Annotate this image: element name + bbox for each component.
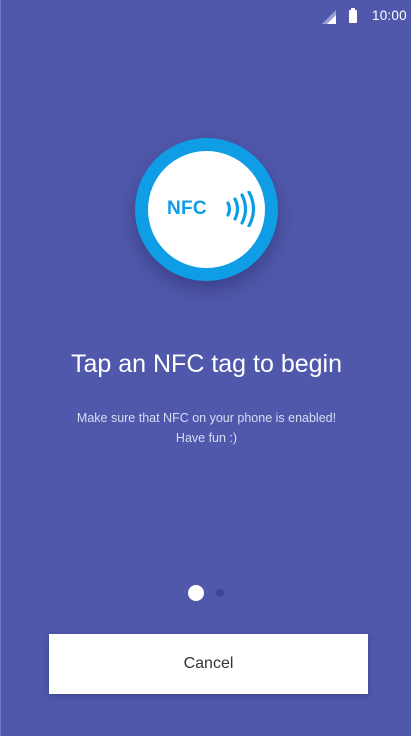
status-bar: 10:00 — [1, 0, 411, 33]
nfc-badge: NFC — [135, 138, 278, 281]
nfc-scan-screen: 10:00 NFC Tap an NFC tag to begin Make s… — [0, 0, 411, 736]
nfc-label: NFC — [167, 198, 207, 219]
battery-icon — [349, 8, 357, 23]
status-time: 10:00 — [372, 8, 407, 23]
cellular-signal-icon — [322, 10, 336, 24]
page-indicator — [188, 584, 228, 602]
instruction-text: Make sure that NFC on your phone is enab… — [76, 411, 337, 425]
page-title: Tap an NFC tag to begin — [71, 350, 342, 378]
nfc-waves-icon — [226, 191, 256, 227]
cancel-button[interactable]: Cancel — [49, 634, 368, 694]
page-dot-inactive[interactable] — [216, 589, 224, 597]
page-dot-active[interactable] — [188, 585, 204, 601]
greeting-text: Have fun :) — [175, 431, 238, 445]
nfc-badge-inner: NFC — [148, 151, 265, 268]
